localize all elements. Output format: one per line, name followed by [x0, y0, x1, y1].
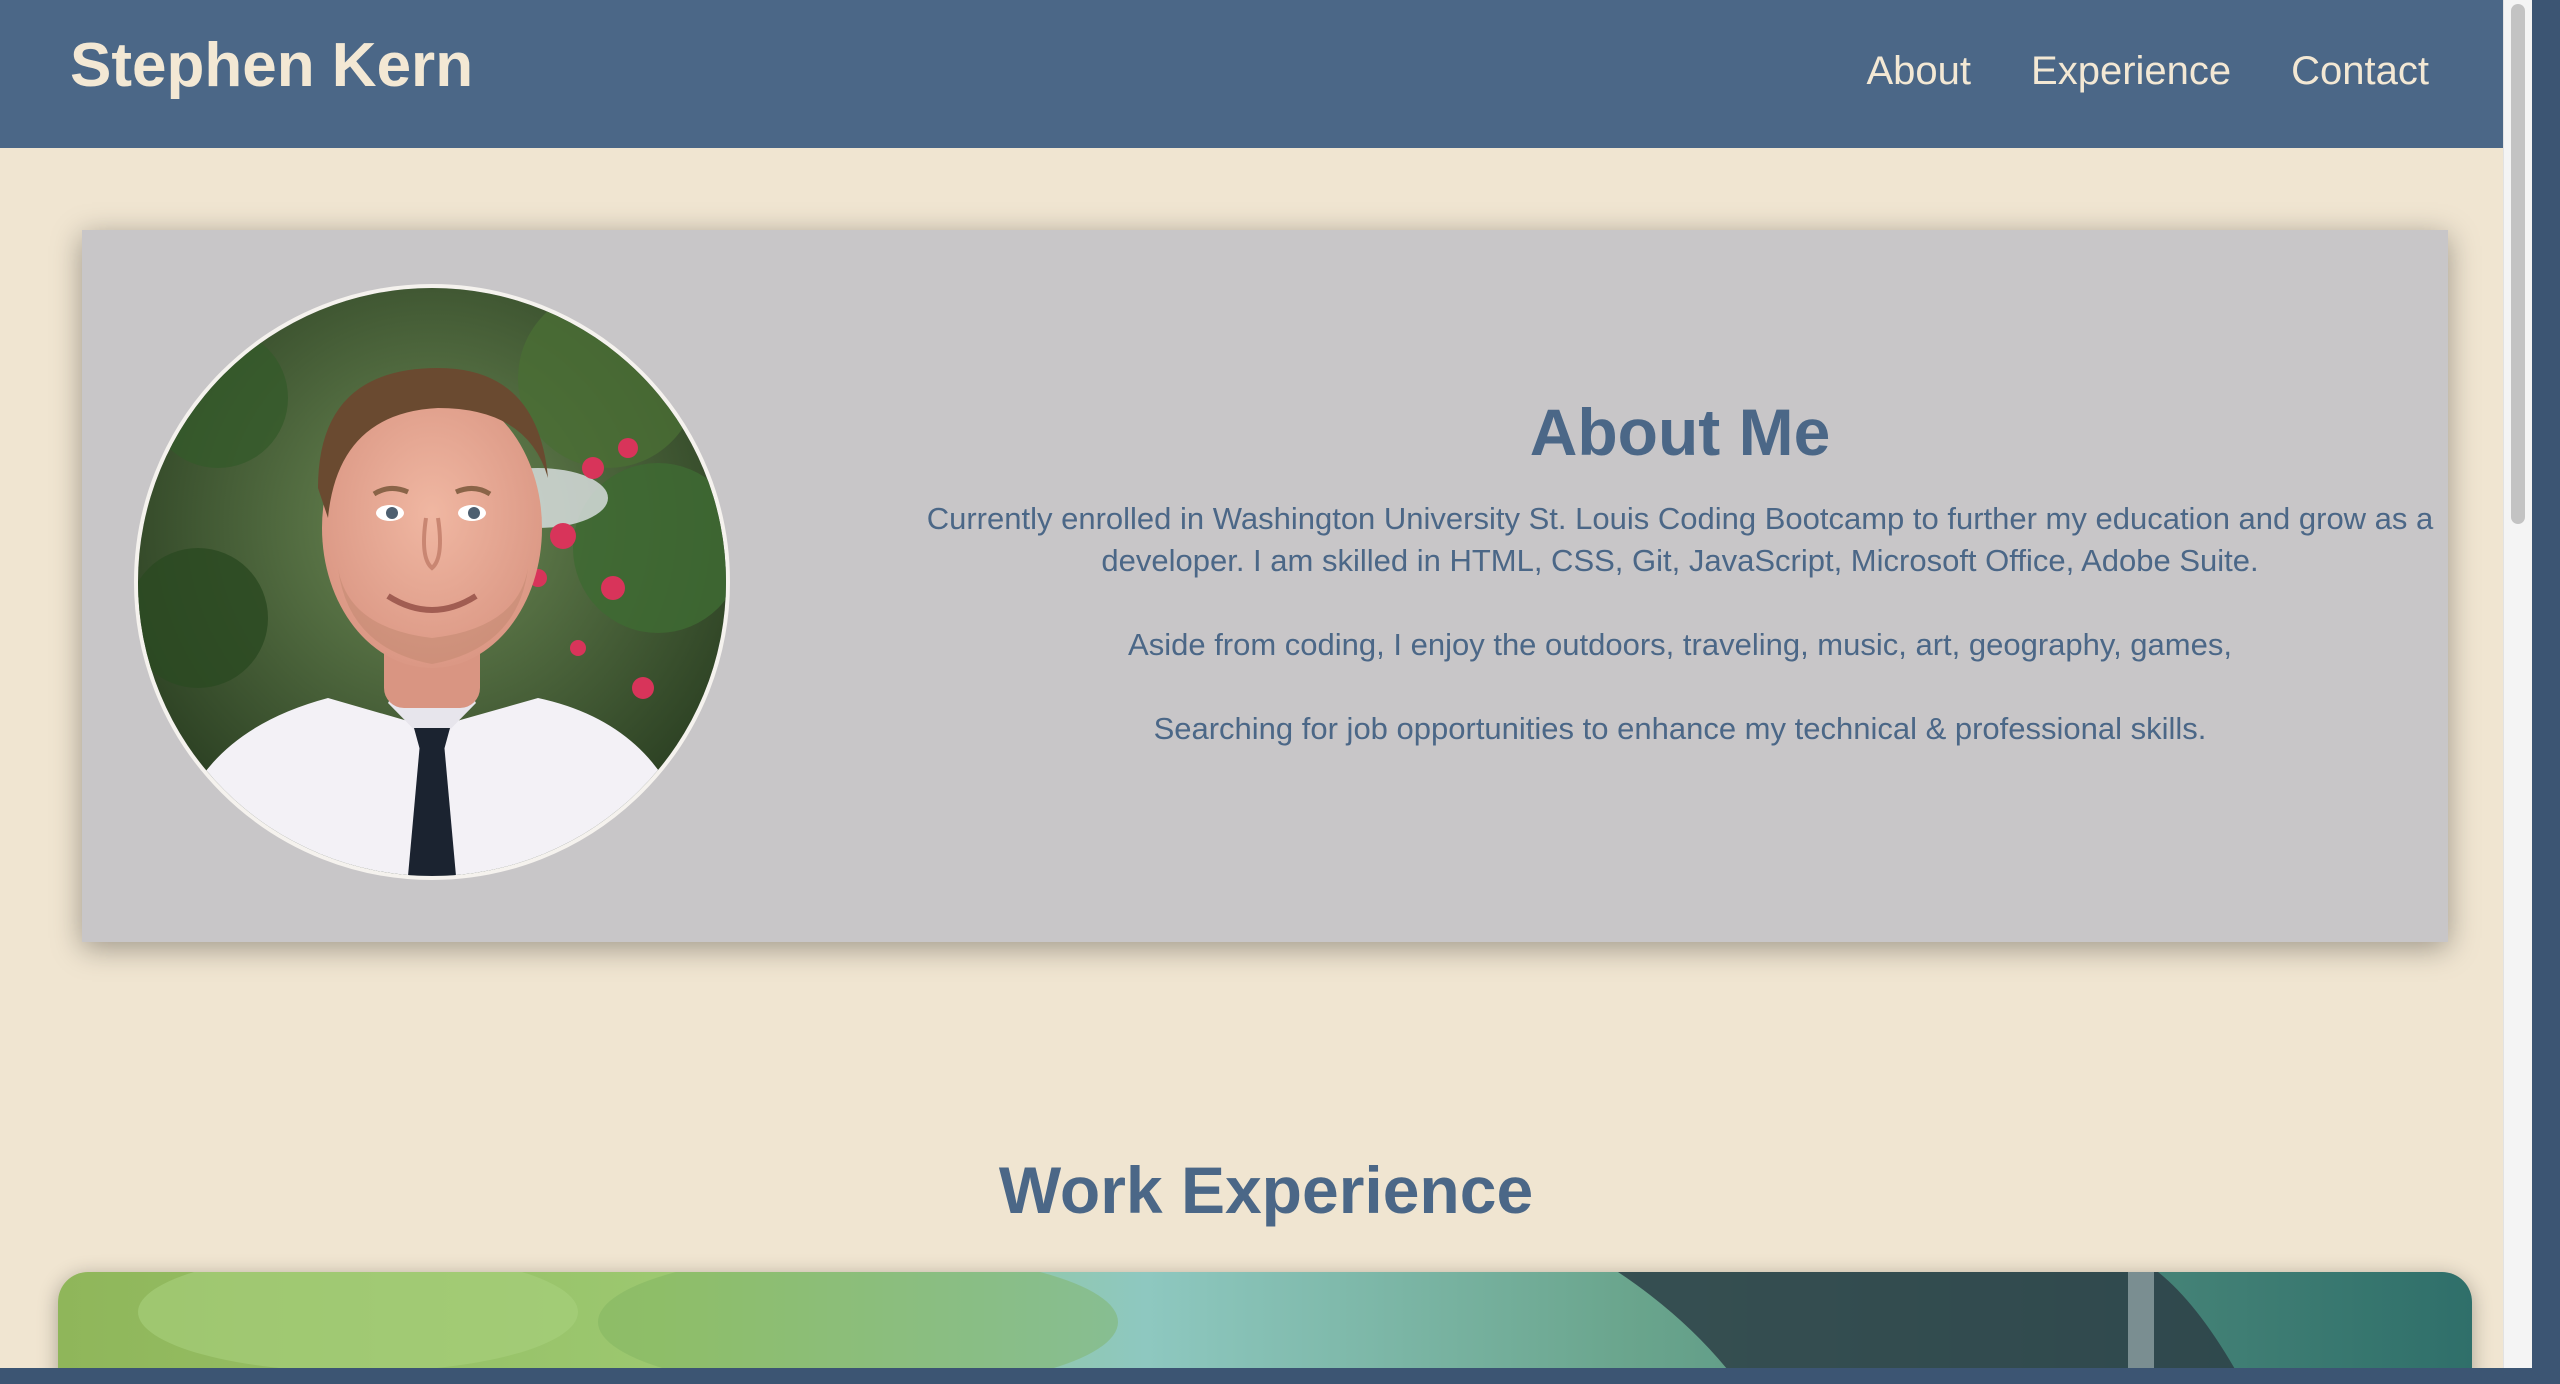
about-card: About Me Currently enrolled in Washingto… — [82, 230, 2448, 942]
profile-photo — [134, 284, 730, 880]
window-bottom-edge — [0, 1368, 2560, 1384]
about-paragraph-job-search: Searching for job opportunities to enhan… — [1153, 711, 2207, 746]
navbar: Stephen Kern About Experience Contact — [0, 0, 2532, 148]
scrollbar-thumb[interactable] — [2511, 4, 2525, 524]
profile-photo-illustration — [138, 288, 726, 876]
about-paragraph-hobbies: Aside from coding, I enjoy the outdoors,… — [1128, 627, 2232, 662]
work-experience-title: Work Experience — [998, 1153, 1534, 1227]
nav-link-contact[interactable]: Contact — [2291, 40, 2429, 102]
about-paragraph-bootcamp: Currently enrolled in Washington Univers… — [926, 501, 2434, 578]
nav-link-experience[interactable]: Experience — [2031, 40, 2231, 102]
vertical-scrollbar[interactable] — [2503, 0, 2532, 1368]
about-title: About Me — [1529, 395, 1831, 469]
page-viewport: Stephen Kern About Experience Contact Ab… — [0, 0, 2532, 1368]
nav-links: About Experience Contact — [1866, 40, 2429, 102]
site-brand[interactable]: Stephen Kern — [70, 28, 473, 104]
work-experience-card[interactable] — [58, 1272, 2472, 1368]
about-text: About Me Currently enrolled in Washingto… — [802, 390, 2532, 792]
nav-link-about[interactable]: About — [1866, 40, 1971, 102]
work-card-background-image — [58, 1272, 2472, 1368]
